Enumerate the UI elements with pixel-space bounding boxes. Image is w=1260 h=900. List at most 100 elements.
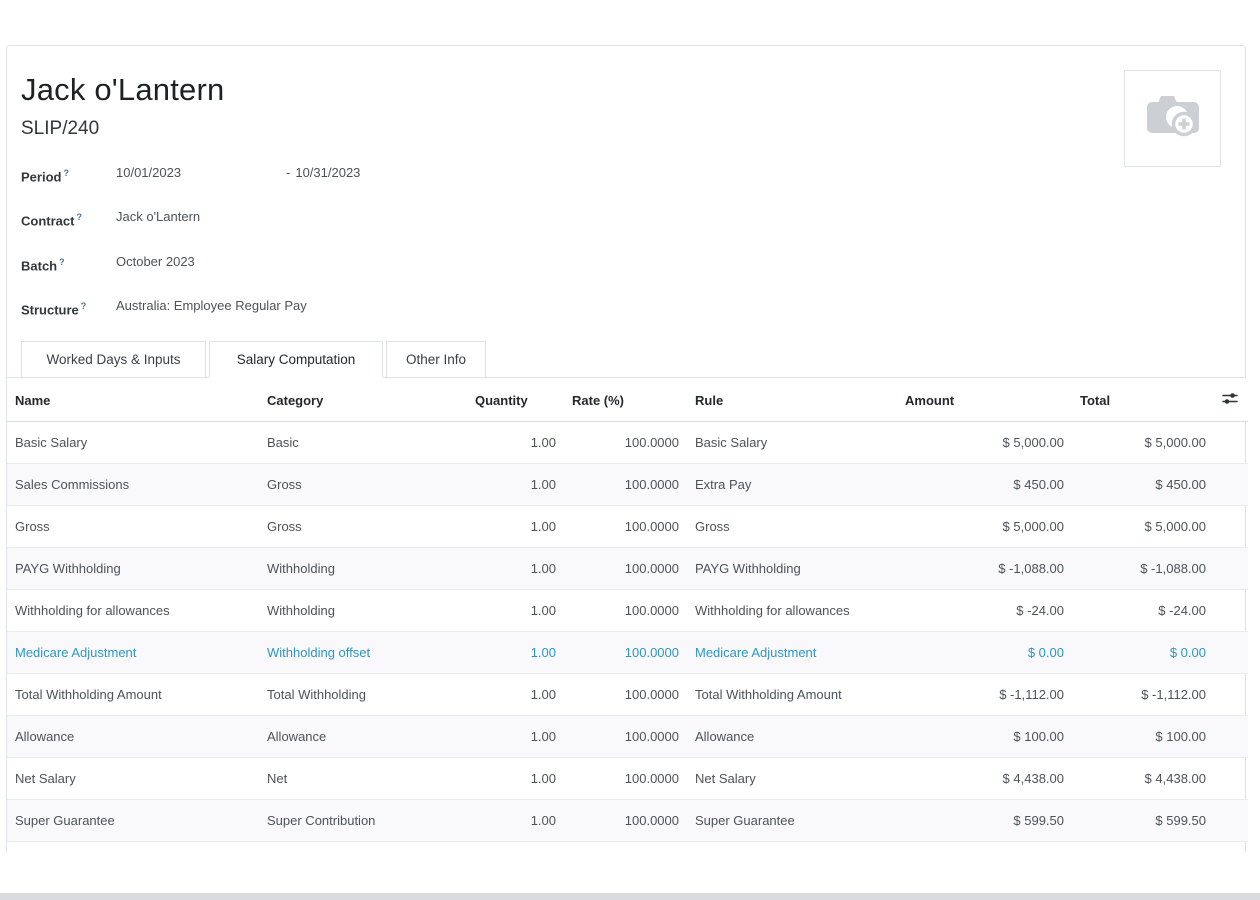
- cell-name[interactable]: Medicare Adjustment: [7, 632, 259, 674]
- cell-total[interactable]: $ 599.50: [1072, 800, 1214, 842]
- cell-category[interactable]: Withholding offset: [259, 632, 467, 674]
- cell-amount[interactable]: $ 5,000.00: [897, 422, 1072, 464]
- cell-category[interactable]: Super Contribution: [259, 800, 467, 842]
- cell-quantity[interactable]: 1.00: [467, 506, 564, 548]
- contract-input[interactable]: Jack o'Lantern: [116, 208, 200, 226]
- structure-input[interactable]: Australia: Employee Regular Pay: [116, 297, 307, 315]
- cell-rate[interactable]: 100.0000: [564, 758, 687, 800]
- salary-line-row[interactable]: Super GuaranteeSuper Contribution1.00100…: [7, 800, 1248, 842]
- cell-quantity[interactable]: 1.00: [467, 674, 564, 716]
- batch-input[interactable]: October 2023: [116, 253, 195, 271]
- cell-rule[interactable]: Gross: [687, 506, 897, 548]
- cell-name[interactable]: Basic Salary: [7, 422, 259, 464]
- cell-quantity[interactable]: 1.00: [467, 590, 564, 632]
- cell-quantity[interactable]: 1.00: [467, 464, 564, 506]
- cell-rule[interactable]: Extra Pay: [687, 464, 897, 506]
- tab-salary-computation[interactable]: Salary Computation: [209, 341, 383, 378]
- cell-rule[interactable]: Total Withholding Amount: [687, 674, 897, 716]
- cell-total[interactable]: $ 100.00: [1072, 716, 1214, 758]
- col-header-rate[interactable]: Rate (%): [564, 378, 687, 422]
- cell-category[interactable]: Gross: [259, 464, 467, 506]
- col-header-quantity[interactable]: Quantity: [467, 378, 564, 422]
- cell-rate[interactable]: 100.0000: [564, 632, 687, 674]
- salary-line-row[interactable]: Sales CommissionsGross1.00100.0000Extra …: [7, 464, 1248, 506]
- salary-line-row[interactable]: Medicare AdjustmentWithholding offset1.0…: [7, 632, 1248, 674]
- period-start-input[interactable]: 10/01/2023: [116, 164, 286, 182]
- employee-photo-upload[interactable]: [1124, 70, 1221, 167]
- cell-rule[interactable]: Medicare Adjustment: [687, 632, 897, 674]
- cell-rule[interactable]: Allowance: [687, 716, 897, 758]
- cell-total[interactable]: $ -24.00: [1072, 590, 1214, 632]
- cell-quantity[interactable]: 1.00: [467, 800, 564, 842]
- cell-rule[interactable]: PAYG Withholding: [687, 548, 897, 590]
- cell-amount[interactable]: $ -24.00: [897, 590, 1072, 632]
- cell-name[interactable]: PAYG Withholding: [7, 548, 259, 590]
- cell-name[interactable]: Allowance: [7, 716, 259, 758]
- cell-name[interactable]: Super Guarantee: [7, 800, 259, 842]
- optional-columns-toggle[interactable]: [1214, 378, 1248, 422]
- notebook-tabs: Worked Days & Inputs Salary Computation …: [7, 341, 1245, 378]
- cell-rate[interactable]: 100.0000: [564, 548, 687, 590]
- col-header-category[interactable]: Category: [259, 378, 467, 422]
- cell-rate[interactable]: 100.0000: [564, 464, 687, 506]
- cell-rule[interactable]: Net Salary: [687, 758, 897, 800]
- cell-quantity[interactable]: 1.00: [467, 548, 564, 590]
- cell-amount[interactable]: $ 100.00: [897, 716, 1072, 758]
- col-header-name[interactable]: Name: [7, 378, 259, 422]
- tab-worked-days-inputs[interactable]: Worked Days & Inputs: [21, 341, 206, 378]
- cell-amount[interactable]: $ -1,088.00: [897, 548, 1072, 590]
- col-header-total[interactable]: Total: [1072, 378, 1214, 422]
- cell-rate[interactable]: 100.0000: [564, 674, 687, 716]
- cell-quantity[interactable]: 1.00: [467, 632, 564, 674]
- cell-total[interactable]: $ -1,088.00: [1072, 548, 1214, 590]
- cell-category[interactable]: Allowance: [259, 716, 467, 758]
- salary-line-row[interactable]: PAYG WithholdingWithholding1.00100.0000P…: [7, 548, 1248, 590]
- salary-line-row[interactable]: GrossGross1.00100.0000Gross$ 5,000.00$ 5…: [7, 506, 1248, 548]
- col-header-rule[interactable]: Rule: [687, 378, 897, 422]
- cell-rate[interactable]: 100.0000: [564, 590, 687, 632]
- cell-quantity[interactable]: 1.00: [467, 758, 564, 800]
- tab-other-info[interactable]: Other Info: [386, 341, 486, 378]
- cell-total[interactable]: $ 5,000.00: [1072, 422, 1214, 464]
- cell-rule[interactable]: Withholding for allowances: [687, 590, 897, 632]
- cell-total[interactable]: $ -1,112.00: [1072, 674, 1214, 716]
- cell-category[interactable]: Total Withholding: [259, 674, 467, 716]
- cell-amount[interactable]: $ 4,438.00: [897, 758, 1072, 800]
- col-header-amount[interactable]: Amount: [897, 378, 1072, 422]
- cell-name[interactable]: Total Withholding Amount: [7, 674, 259, 716]
- cell-quantity[interactable]: 1.00: [467, 716, 564, 758]
- cell-total[interactable]: $ 5,000.00: [1072, 506, 1214, 548]
- cell-name[interactable]: Net Salary: [7, 758, 259, 800]
- period-end-input[interactable]: 10/31/2023: [295, 164, 360, 182]
- salary-line-row[interactable]: AllowanceAllowance1.00100.0000Allowance$…: [7, 716, 1248, 758]
- salary-lines-body: Basic SalaryBasic1.00100.0000Basic Salar…: [7, 422, 1248, 842]
- cell-amount[interactable]: $ 599.50: [897, 800, 1072, 842]
- salary-line-row[interactable]: Withholding for allowancesWithholding1.0…: [7, 590, 1248, 632]
- cell-rate[interactable]: 100.0000: [564, 800, 687, 842]
- cell-category[interactable]: Basic: [259, 422, 467, 464]
- cell-amount[interactable]: $ 5,000.00: [897, 506, 1072, 548]
- cell-name[interactable]: Sales Commissions: [7, 464, 259, 506]
- cell-rate[interactable]: 100.0000: [564, 422, 687, 464]
- cell-quantity[interactable]: 1.00: [467, 422, 564, 464]
- cell-category[interactable]: Withholding: [259, 548, 467, 590]
- salary-line-row[interactable]: Basic SalaryBasic1.00100.0000Basic Salar…: [7, 422, 1248, 464]
- cell-category[interactable]: Net: [259, 758, 467, 800]
- cell-total[interactable]: $ 4,438.00: [1072, 758, 1214, 800]
- cell-rule[interactable]: Basic Salary: [687, 422, 897, 464]
- cell-rate[interactable]: 100.0000: [564, 506, 687, 548]
- horizontal-scrollbar-track[interactable]: [0, 893, 1260, 900]
- cell-rule[interactable]: Super Guarantee: [687, 800, 897, 842]
- cell-category[interactable]: Withholding: [259, 590, 467, 632]
- salary-line-row[interactable]: Net SalaryNet1.00100.0000Net Salary$ 4,4…: [7, 758, 1248, 800]
- cell-category[interactable]: Gross: [259, 506, 467, 548]
- cell-amount[interactable]: $ 450.00: [897, 464, 1072, 506]
- cell-total[interactable]: $ 450.00: [1072, 464, 1214, 506]
- cell-rate[interactable]: 100.0000: [564, 716, 687, 758]
- cell-amount[interactable]: $ -1,112.00: [897, 674, 1072, 716]
- cell-name[interactable]: Withholding for allowances: [7, 590, 259, 632]
- salary-line-row[interactable]: Total Withholding AmountTotal Withholdin…: [7, 674, 1248, 716]
- cell-amount[interactable]: $ 0.00: [897, 632, 1072, 674]
- cell-name[interactable]: Gross: [7, 506, 259, 548]
- cell-total[interactable]: $ 0.00: [1072, 632, 1214, 674]
